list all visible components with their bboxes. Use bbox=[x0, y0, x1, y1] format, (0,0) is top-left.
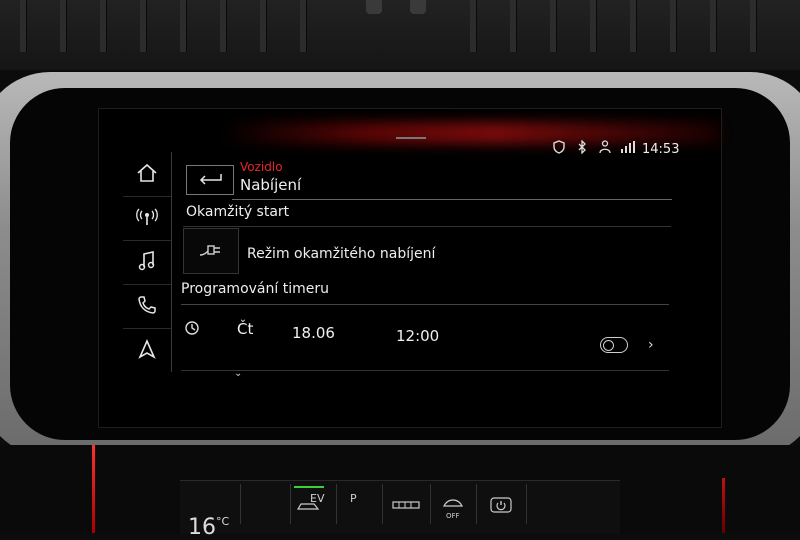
phone-icon bbox=[137, 295, 157, 319]
side-menu-home[interactable] bbox=[123, 154, 171, 197]
parking-label: P bbox=[350, 492, 357, 505]
ambient-light-strip bbox=[92, 445, 95, 533]
lte-signal-icon bbox=[620, 140, 636, 158]
divider bbox=[183, 226, 671, 227]
divider bbox=[476, 484, 477, 524]
vent-slat bbox=[470, 0, 477, 52]
timer-time: 12:00 bbox=[396, 327, 440, 345]
scroll-down-icon[interactable]: ⌄ bbox=[234, 368, 242, 379]
divider bbox=[181, 370, 669, 371]
air-vent bbox=[0, 0, 800, 70]
vent-slat bbox=[100, 0, 107, 52]
divider bbox=[232, 199, 672, 200]
person-icon bbox=[598, 140, 612, 158]
timer-clock-icon bbox=[184, 320, 200, 340]
vent-slat bbox=[140, 0, 147, 52]
ev-car-icon[interactable] bbox=[296, 500, 322, 515]
charging-plug-icon bbox=[198, 241, 224, 261]
section-timer-programming: Programování timeru bbox=[181, 281, 329, 297]
vent-slat bbox=[510, 0, 517, 52]
defrost-off-label: OFF bbox=[446, 512, 460, 520]
temperature-value: 16 bbox=[188, 515, 216, 540]
side-menu-divider bbox=[171, 152, 172, 372]
timer-toggle-knob bbox=[603, 340, 614, 351]
instant-charging-label[interactable]: Režim okamžitého nabíjení bbox=[247, 246, 435, 262]
ambient-light-strip bbox=[722, 478, 725, 533]
vent-slat bbox=[260, 0, 267, 52]
divider bbox=[240, 484, 241, 524]
vent-slat bbox=[60, 0, 67, 52]
radio-icon bbox=[136, 207, 158, 231]
seat-heating-icon[interactable] bbox=[392, 500, 420, 513]
temperature-unit: °C bbox=[216, 515, 230, 528]
vent-slat bbox=[20, 0, 27, 52]
side-menu-music[interactable] bbox=[123, 242, 171, 285]
section-instant-start: Okamžitý start bbox=[186, 204, 290, 220]
vent-knob[interactable] bbox=[410, 0, 426, 14]
divider bbox=[430, 484, 431, 524]
vent-slat bbox=[300, 0, 307, 52]
side-menu bbox=[123, 152, 171, 372]
chevron-right-icon[interactable]: › bbox=[648, 337, 654, 353]
pull-down-handle[interactable] bbox=[396, 137, 426, 139]
divider bbox=[526, 484, 527, 524]
vent-slat bbox=[750, 0, 757, 52]
vent-knob[interactable] bbox=[366, 0, 382, 14]
accent-glow bbox=[220, 122, 720, 144]
side-menu-radio[interactable] bbox=[123, 198, 171, 241]
navigation-icon bbox=[138, 339, 156, 363]
side-menu-navigation[interactable] bbox=[123, 330, 171, 372]
shield-icon bbox=[552, 140, 566, 158]
breadcrumb-parent: Vozidlo bbox=[240, 160, 283, 174]
back-arrow-icon bbox=[197, 171, 223, 190]
divider bbox=[336, 484, 337, 524]
vent-slat bbox=[220, 0, 227, 52]
bluetooth-icon bbox=[577, 139, 587, 158]
vent-slat bbox=[670, 0, 677, 52]
divider bbox=[382, 484, 383, 524]
ev-active-indicator bbox=[294, 486, 324, 488]
divider bbox=[181, 304, 669, 305]
vent-slat bbox=[710, 0, 717, 52]
home-icon bbox=[136, 163, 158, 187]
timer-date: 18.06 bbox=[292, 324, 335, 342]
divider bbox=[290, 484, 291, 524]
temperature-readout[interactable]: 16°C bbox=[188, 515, 229, 540]
side-menu-phone[interactable] bbox=[123, 286, 171, 329]
windshield-defrost-icon[interactable] bbox=[442, 496, 464, 513]
vent-slat bbox=[590, 0, 597, 52]
music-icon bbox=[137, 250, 157, 276]
vent-slat bbox=[180, 0, 187, 52]
vent-slat bbox=[550, 0, 557, 52]
clock: 14:53 bbox=[642, 142, 680, 157]
power-icon[interactable] bbox=[490, 497, 512, 516]
vent-slat bbox=[630, 0, 637, 52]
page-title: Nabíjení bbox=[240, 176, 302, 194]
instant-charging-button[interactable] bbox=[183, 228, 239, 274]
back-button[interactable] bbox=[186, 165, 234, 195]
timer-day: Čt bbox=[237, 320, 254, 338]
